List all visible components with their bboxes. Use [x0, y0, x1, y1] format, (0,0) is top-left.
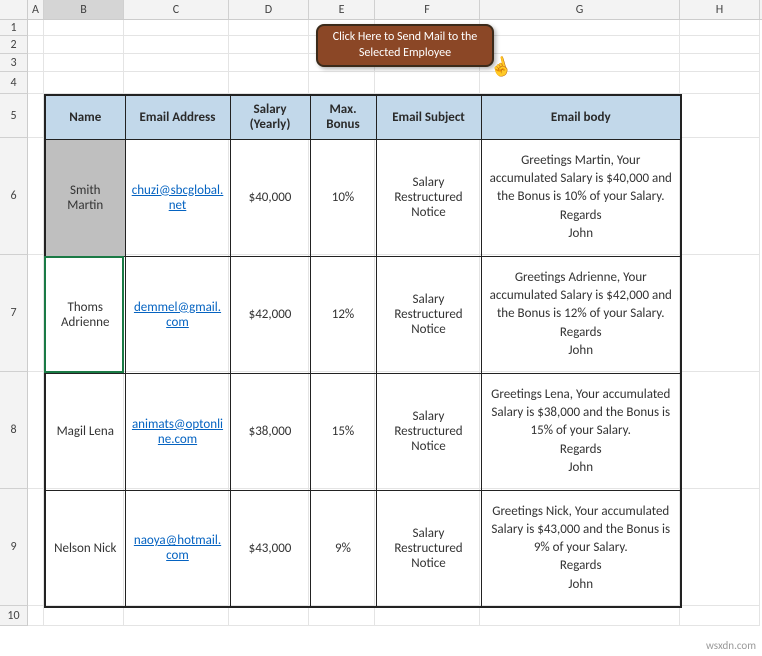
row-header-5[interactable]: 5: [0, 94, 28, 138]
email-link[interactable]: naoya@hotmail.com: [134, 533, 221, 563]
cell-body[interactable]: Greetings Lena, Your accumulated Salary …: [481, 373, 681, 490]
header-email[interactable]: Email Address: [125, 95, 230, 139]
col-header-F[interactable]: F: [375, 0, 480, 19]
table-row: Nelson Nick naoya@hotmail.com $43,0009%Sal…: [45, 490, 681, 607]
select-all-corner[interactable]: [0, 0, 28, 19]
row-header-8[interactable]: 8: [0, 372, 28, 489]
watermark: wsxdn.com: [706, 639, 756, 652]
row-header-3[interactable]: 3: [0, 54, 28, 72]
cell-body[interactable]: Greetings Nick, Your accumulated Salary …: [481, 490, 681, 607]
cell-salary[interactable]: $38,000: [230, 373, 310, 490]
send-mail-button[interactable]: Click Here to Send Mail to the Selected …: [316, 24, 494, 67]
col-header-B[interactable]: B: [44, 0, 124, 19]
table-row: Magil Lenaanimats@optonline.com$38,00015…: [45, 373, 681, 490]
header-name[interactable]: Name: [45, 95, 125, 139]
col-header-G[interactable]: G: [480, 0, 680, 19]
cell-email[interactable]: demmel@gmail.com: [125, 256, 230, 373]
column-header-row: A B C D E F G H: [0, 0, 762, 20]
cell-subject[interactable]: Salary Restructured Notice: [376, 490, 481, 607]
cell-bonus[interactable]: 10%: [310, 139, 376, 256]
table-row: Thoms Adrienne demmel@gmail.com $42,00012%…: [45, 256, 681, 373]
header-body[interactable]: Email body: [481, 95, 681, 139]
cell-salary[interactable]: $40,000: [230, 139, 310, 256]
table-row: Smith Martinchuzi@sbcglobal.net$40,00010…: [45, 139, 681, 256]
cell-salary[interactable]: $42,000: [230, 256, 310, 373]
cell-email[interactable]: naoya@hotmail.com: [125, 490, 230, 607]
cell-body[interactable]: Greetings Adrienne, Your accumulated Sal…: [481, 256, 681, 373]
cell-salary[interactable]: $43,000: [230, 490, 310, 607]
cell-name[interactable]: Smith Martin: [45, 139, 125, 256]
col-header-H[interactable]: H: [680, 0, 760, 19]
employee-table: Name Email Address Salary (Yearly) Max. …: [44, 94, 682, 608]
row-header-4[interactable]: 4: [0, 72, 28, 94]
cell-body[interactable]: Greetings Martin, Your accumulated Salar…: [481, 139, 681, 256]
cell-email[interactable]: chuzi@sbcglobal.net: [125, 139, 230, 256]
cell-name[interactable]: Nelson Nick: [45, 490, 125, 607]
cell-name[interactable]: Thoms Adrienne: [45, 256, 125, 373]
col-header-D[interactable]: D: [229, 0, 309, 19]
row-header-col: 1 2 3 4 5 6 7 8 9 10: [0, 20, 28, 626]
cell-subject[interactable]: Salary Restructured Notice: [376, 139, 481, 256]
cell-subject[interactable]: Salary Restructured Notice: [376, 373, 481, 490]
header-bonus[interactable]: Max. Bonus: [310, 95, 376, 139]
row-header-7[interactable]: 7: [0, 255, 28, 372]
row-header-10[interactable]: 10: [0, 606, 28, 626]
header-salary[interactable]: Salary (Yearly): [230, 95, 310, 139]
row-header-1[interactable]: 1: [0, 20, 28, 36]
spreadsheet-grid: A B C D E F G H 1 2 3 4 5 6 7 8 9 10 Cli…: [0, 0, 762, 656]
col-header-C[interactable]: C: [124, 0, 229, 19]
header-subject[interactable]: Email Subject: [376, 95, 481, 139]
cell-bonus[interactable]: 9%: [310, 490, 376, 607]
email-link[interactable]: animats@optonline.com: [132, 417, 223, 447]
cell-name[interactable]: Magil Lena: [45, 373, 125, 490]
row-header-6[interactable]: 6: [0, 138, 28, 255]
send-mail-button-label: Click Here to Send Mail to the Selected …: [326, 30, 484, 61]
col-header-A[interactable]: A: [28, 0, 44, 19]
table-header-row: Name Email Address Salary (Yearly) Max. …: [45, 95, 681, 139]
email-link[interactable]: chuzi@sbcglobal.net: [132, 183, 224, 213]
cell-bonus[interactable]: 12%: [310, 256, 376, 373]
cell-email[interactable]: animats@optonline.com: [125, 373, 230, 490]
cell-bonus[interactable]: 15%: [310, 373, 376, 490]
email-link[interactable]: demmel@gmail.com: [134, 300, 221, 330]
cell-subject[interactable]: Salary Restructured Notice: [376, 256, 481, 373]
row-header-2[interactable]: 2: [0, 36, 28, 54]
col-header-E[interactable]: E: [309, 0, 375, 19]
row-header-9[interactable]: 9: [0, 489, 28, 606]
